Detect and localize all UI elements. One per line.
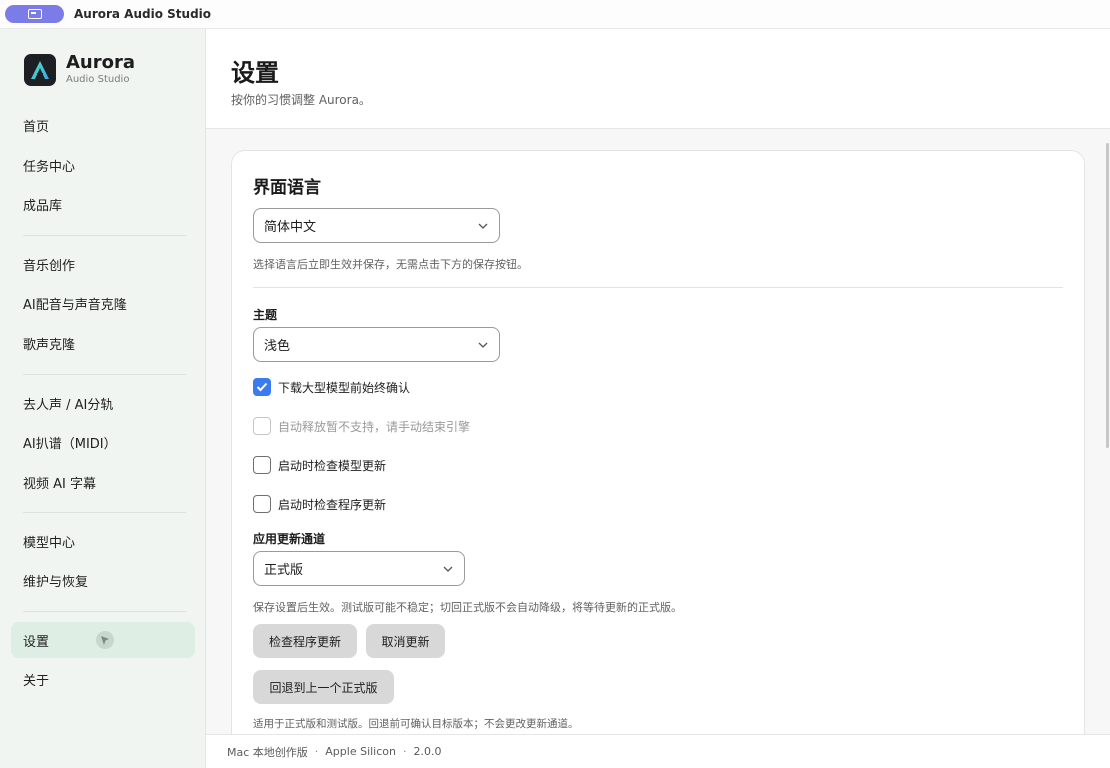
rollback-hint: 适用于正式版和测试版。回退前可确认目标版本；不会更改更新通道。 [253,718,579,730]
update-channel-hint: 保存设置后生效。测试版可能不稳定；切回正式版不会自动降级，将等待更新的正式版。 [253,601,682,614]
sidebar-item-about[interactable]: 关于 [11,661,195,697]
architecture-label: Apple Silicon [325,745,396,758]
sidebar-item-home[interactable]: 首页 [11,107,195,143]
chevron-down-icon [478,342,488,348]
check-model-updates-checkbox[interactable]: 启动时检查模型更新 [253,456,386,474]
pointer-cursor-icon [96,631,114,649]
update-channel-label: 应用更新通道 [253,532,326,546]
app-title: Aurora Audio Studio [74,7,212,21]
language-select-value: 简体中文 [264,220,317,235]
cancel-update-button[interactable]: 取消更新 [366,624,445,658]
sidebar-item-tasks[interactable]: 任务中心 [11,147,195,183]
sidebar-item-subtitles[interactable]: 视频 AI 字幕 [11,464,195,500]
aurora-logo-icon [24,54,56,86]
checkbox-disabled-icon [253,417,271,435]
sidebar-divider [23,512,186,513]
sidebar-item-models[interactable]: 模型中心 [11,523,195,559]
sidebar-item-singing-clone[interactable]: 歌声克隆 [11,325,195,361]
scrollbar[interactable] [1106,143,1109,448]
status-footer: Mac 本地创作版 · Apple Silicon · 2.0.0 [206,734,1110,768]
footer-separator: · [403,745,407,758]
language-select[interactable]: 简体中文 [253,208,500,243]
check-app-updates-checkbox[interactable]: 启动时检查程序更新 [253,495,386,513]
checkbox-label: 启动时检查程序更新 [278,497,387,512]
sidebar-divider [23,235,186,236]
sidebar-item-music[interactable]: 音乐创作 [11,246,195,282]
checkbox-unchecked-icon[interactable] [253,495,271,513]
settings-card: 界面语言 简体中文 选择语言后立即生效并保存，无需点击下方的保存按钮。 主题 浅… [231,150,1085,750]
version-label: 2.0.0 [413,745,442,758]
sidebar-item-stem-split[interactable]: 去人声 / AI分轨 [11,385,195,421]
confirm-large-model-download-checkbox[interactable]: 下载大型模型前始终确认 [253,378,410,396]
update-channel-select[interactable]: 正式版 [253,551,465,586]
rollback-button[interactable]: 回退到上一个正式版 [253,670,394,704]
language-section-title: 界面语言 [253,178,321,198]
theme-select[interactable]: 浅色 [253,327,500,362]
title-bar: Aurora Audio Studio [0,0,1110,29]
brand-subtitle: Audio Studio [66,74,130,85]
chevron-down-icon [478,223,488,229]
auto-release-checkbox: 自动释放暂不支持，请手动结束引擎 [253,417,470,435]
page-header: 设置 按你的习惯调整 Aurora。 [206,29,1110,129]
page-subtitle: 按你的习惯调整 Aurora。 [231,93,371,107]
theme-select-value: 浅色 [264,339,291,354]
checkbox-unchecked-icon[interactable] [253,456,271,474]
language-hint: 选择语言后立即生效并保存，无需点击下方的保存按钮。 [253,258,528,271]
sidebar-item-voice-clone[interactable]: AI配音与声音克隆 [11,285,195,321]
page-title: 设置 [231,59,279,87]
update-channel-value: 正式版 [264,563,304,578]
checkbox-label: 自动释放暂不支持，请手动结束引擎 [278,419,471,434]
checkbox-checked-icon[interactable] [253,378,271,396]
sidebar-item-library[interactable]: 成品库 [11,186,195,222]
checkbox-label: 下载大型模型前始终确认 [278,380,411,395]
check-update-button[interactable]: 检查程序更新 [253,624,357,658]
section-divider [253,287,1063,288]
checkbox-label: 启动时检查模型更新 [278,458,387,473]
sidebar-divider [23,611,186,612]
footer-separator: · [314,745,319,758]
theme-label: 主题 [253,308,278,322]
edition-label: Mac 本地创作版 [227,745,308,759]
sidebar-item-midi[interactable]: AI扒谱（MIDI） [11,424,195,460]
brand: Aurora Audio Studio [24,53,135,87]
chevron-down-icon [443,566,453,572]
sidebar-divider [23,374,186,375]
main-content: 界面语言 简体中文 选择语言后立即生效并保存，无需点击下方的保存按钮。 主题 浅… [206,129,1110,750]
window-pill-icon[interactable] [5,5,64,23]
sidebar: Aurora Audio Studio 首页 任务中心 成品库 音乐创作 AI配… [0,29,206,768]
brand-name: Aurora [66,52,136,73]
sidebar-item-maintenance[interactable]: 维护与恢复 [11,562,195,598]
